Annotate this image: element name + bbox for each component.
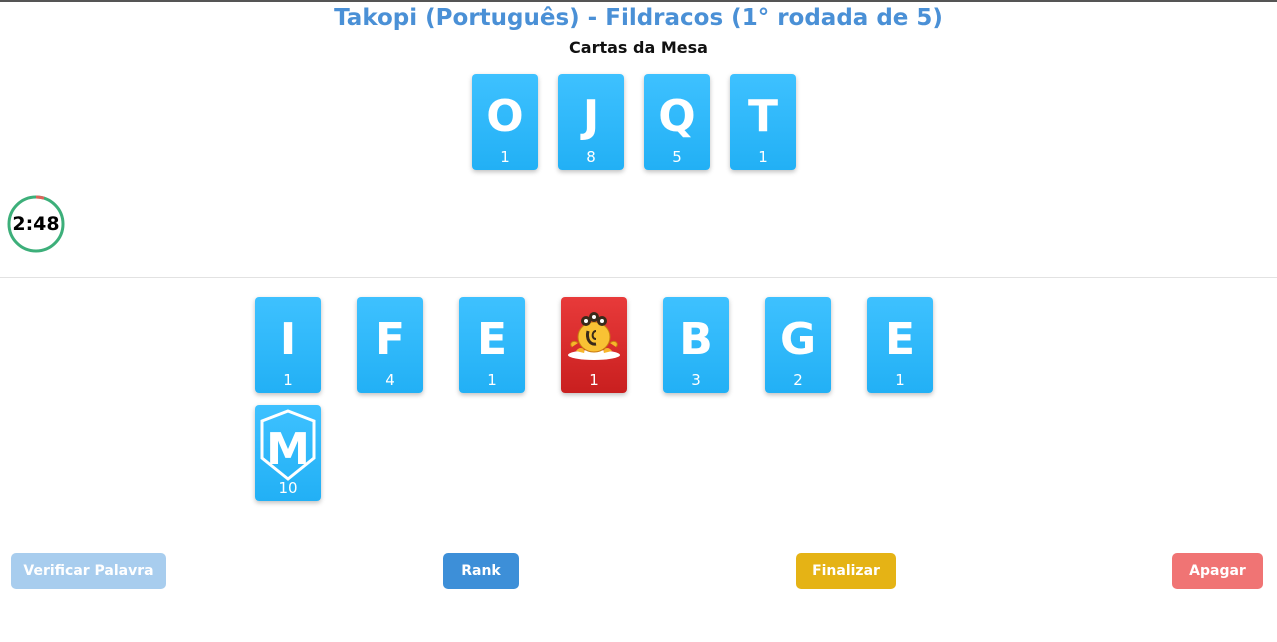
card-letter: F [374, 314, 406, 365]
card-points: 1 [500, 148, 510, 166]
countdown-timer: 2:48 [7, 195, 65, 253]
clear-button[interactable]: Apagar [1172, 553, 1263, 589]
finish-button[interactable]: Finalizar [796, 553, 896, 589]
card-letter: G [779, 314, 817, 365]
table-card[interactable]: Q 5 [644, 74, 710, 170]
table-card[interactable]: O 1 [472, 74, 538, 170]
card-points: 8 [586, 148, 596, 166]
card-letter: E [476, 314, 508, 365]
card-points: 1 [895, 371, 905, 389]
card-points: 1 [758, 148, 768, 166]
card-points: 1 [283, 371, 293, 389]
hand-card[interactable]: B 3 [663, 297, 729, 393]
card-letter: I [279, 314, 297, 365]
card-letter: J [582, 91, 600, 142]
hand-card-special[interactable]: 1 [561, 297, 627, 393]
page-title: Takopi (Português) - Fildracos (1° rodad… [334, 5, 943, 31]
takopi-mascot-icon [568, 312, 620, 360]
table-card[interactable]: J 8 [558, 74, 624, 170]
hand-card[interactable]: G 2 [765, 297, 831, 393]
card-points: 5 [672, 148, 682, 166]
hand-card[interactable]: F 4 [357, 297, 423, 393]
hand-card[interactable]: E 1 [867, 297, 933, 393]
card-letter: Q [658, 91, 696, 142]
section-divider [0, 277, 1277, 278]
hand-card-bonus[interactable]: M 10 [255, 405, 321, 501]
card-points: 10 [278, 479, 298, 497]
table-card[interactable]: T 1 [730, 74, 796, 170]
hand-card[interactable]: I 1 [255, 297, 321, 393]
card-letter: T [747, 91, 778, 142]
timer-text: 2:48 [12, 213, 60, 235]
rank-button[interactable]: Rank [443, 553, 519, 589]
card-points: 2 [793, 371, 803, 389]
verify-word-button[interactable]: Verificar Palavra [11, 553, 166, 589]
card-letter: E [884, 314, 916, 365]
card-letter: M [266, 424, 310, 475]
card-letter: O [486, 91, 524, 142]
card-points: 1 [589, 371, 599, 389]
card-letter: B [679, 314, 713, 365]
hand-card[interactable]: E 1 [459, 297, 525, 393]
table-cards-heading: Cartas da Mesa [569, 38, 708, 57]
card-points: 4 [385, 371, 395, 389]
card-points: 3 [691, 371, 701, 389]
card-points: 1 [487, 371, 497, 389]
